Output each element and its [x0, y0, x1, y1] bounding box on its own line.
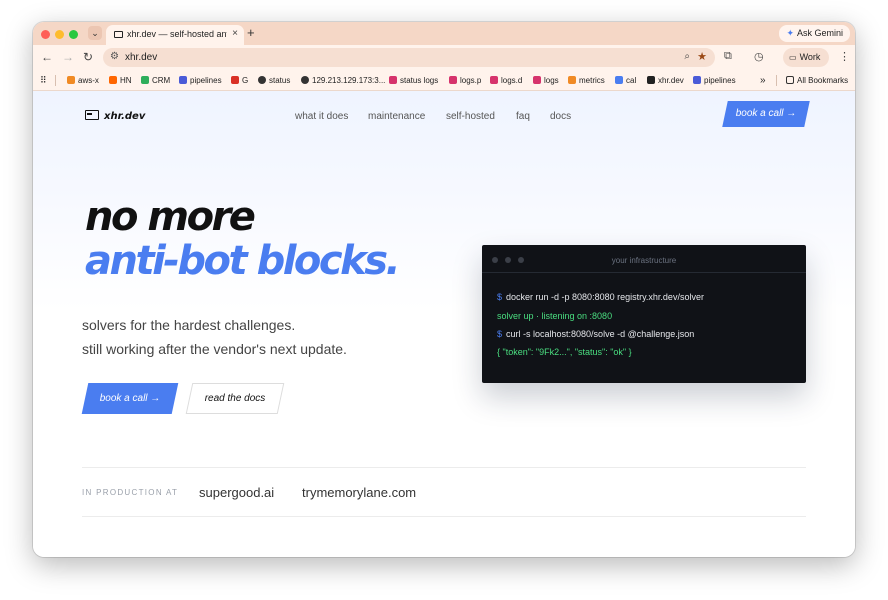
folder-icon — [786, 76, 794, 84]
book-call-nav-button[interactable]: book a call → — [722, 101, 810, 127]
read-docs-button[interactable]: read the docs — [185, 383, 285, 414]
more-bookmarks-chevron-icon[interactable]: » — [760, 75, 766, 86]
bookmark-ip-address[interactable]: 129.213.129.173:3... — [301, 75, 385, 86]
zoom-icon[interactable]: ⌕ — [684, 51, 690, 62]
bookmark-logs-p[interactable]: logs.p — [449, 75, 481, 86]
bookmarks-divider — [55, 75, 56, 86]
bookmark-favicon-icon — [109, 76, 117, 84]
logo-text: xhr.dev — [104, 111, 146, 122]
new-tab-button[interactable]: + — [247, 25, 255, 40]
web-page: xhr.dev what it does maintenance self-ho… — [33, 91, 855, 557]
hero-heading-line-1: no more — [85, 194, 256, 240]
bookmark-favicon-icon — [533, 76, 541, 84]
bookmark-favicon-icon — [647, 76, 655, 84]
ask-gemini-label: Ask Gemini — [796, 28, 843, 38]
bookmark-favicon-icon — [231, 76, 239, 84]
bookmark-favicon-icon — [568, 76, 576, 84]
client-supergood: supergood.ai — [199, 485, 275, 500]
nav-docs[interactable]: docs — [550, 111, 571, 122]
nav-self-hosted[interactable]: self-hosted — [446, 111, 495, 122]
bookmark-cal[interactable]: cal — [615, 75, 636, 86]
profile-icon: ▭ — [789, 53, 797, 62]
browser-window: ⌄ xhr.dev — self-hosted anti-bo × + ✦Ask… — [33, 22, 855, 557]
bookmark-favicon-icon — [615, 76, 623, 84]
terminal-window: your infrastructure $ docker run -d -p 80… — [482, 245, 806, 383]
bookmark-crm[interactable]: CRM — [141, 75, 170, 86]
back-arrow-icon[interactable]: ← — [41, 50, 53, 64]
url-text[interactable]: xhr.dev — [125, 52, 157, 63]
bookmark-aws-x[interactable]: aws-x — [67, 75, 99, 86]
bookmark-favicon-icon — [389, 76, 397, 84]
book-call-label: book a call → — [99, 393, 161, 404]
prompt-symbol: $ — [497, 292, 503, 302]
site-favicon-icon — [114, 31, 123, 38]
bookmark-pipelines-2[interactable]: pipelines — [693, 75, 736, 86]
bookmark-favicon-icon — [141, 76, 149, 84]
tab-title: xhr.dev — self-hosted anti-bo — [127, 29, 227, 39]
bookmark-metrics[interactable]: metrics — [568, 75, 605, 86]
nav-what-it-does[interactable]: what it does — [295, 111, 348, 122]
history-icon[interactable]: ◷ — [754, 50, 764, 63]
profile-button[interactable]: ▭ Work — [783, 48, 829, 67]
extensions-puzzle-icon[interactable]: ⧉ — [724, 50, 732, 63]
terminal-command-2: $ curl -s localhost:8080/solve -d @challe… — [497, 329, 695, 339]
bookmark-favicon-icon — [179, 76, 187, 84]
read-docs-label: read the docs — [204, 393, 266, 404]
terminal-command-1: $ docker run -d -p 8080:8080 registry.xhr… — [497, 292, 704, 302]
bookmark-pipelines[interactable]: pipelines — [179, 75, 222, 86]
hero-heading-line-2: anti-bot blocks. — [85, 238, 401, 284]
site-settings-icon[interactable]: ⚙ — [110, 51, 119, 62]
terminal-window-icon — [85, 110, 99, 120]
nav-faq[interactable]: faq — [516, 111, 530, 122]
bookmark-favicon-icon — [693, 76, 701, 84]
client-trymemorylane: trymemorylane.com — [302, 485, 417, 500]
bookmark-status-logs[interactable]: status logs — [389, 75, 438, 86]
bookmark-favicon-icon — [490, 76, 498, 84]
bookmark-gmail[interactable]: G — [231, 75, 248, 86]
ask-gemini-button[interactable]: ✦ Ask Gemini — [779, 25, 850, 42]
all-bookmarks-folder[interactable]: All Bookmarks — [786, 75, 848, 86]
terminal-header: your infrastructure — [482, 245, 806, 273]
book-call-nav-label: book a call → — [735, 108, 797, 119]
close-tab-icon[interactable]: × — [232, 28, 238, 39]
bookmark-favicon-icon — [449, 76, 457, 84]
bookmark-logs-d[interactable]: logs.d — [490, 75, 522, 86]
production-label: IN PRODUCTION AT — [82, 488, 179, 497]
tab-strip: ⌄ xhr.dev — self-hosted anti-bo × + ✦Ask… — [33, 22, 855, 45]
bookmarks-divider — [776, 75, 777, 86]
globe-icon — [301, 76, 309, 84]
close-window-button[interactable] — [41, 30, 50, 39]
terminal-title: your infrastructure — [611, 256, 677, 265]
bookmark-status[interactable]: status — [258, 75, 290, 86]
reload-icon[interactable]: ↻ — [83, 50, 93, 64]
bookmark-xhr-dev[interactable]: xhr.dev — [647, 75, 684, 86]
book-call-button[interactable]: book a call → — [81, 383, 179, 414]
maximize-window-button[interactable] — [69, 30, 78, 39]
section-divider — [82, 516, 806, 517]
bookmark-logs[interactable]: logs — [533, 75, 559, 86]
address-bar[interactable]: ⚙ xhr.dev ⌕ ★ — [103, 48, 715, 67]
prompt-symbol: $ — [497, 329, 503, 339]
tab-search-chevron-icon[interactable]: ⌄ — [88, 26, 102, 40]
minimize-window-button[interactable] — [55, 30, 64, 39]
gemini-sparkle-icon: ✦ — [786, 28, 794, 38]
nav-maintenance[interactable]: maintenance — [368, 111, 425, 122]
globe-icon — [258, 76, 266, 84]
bookmark-star-icon[interactable]: ★ — [697, 50, 707, 63]
profile-label: Work — [799, 52, 821, 62]
browser-menu-icon[interactable]: ⋮ — [839, 50, 850, 63]
bookmark-hn[interactable]: HN — [109, 75, 132, 86]
hero-subtitle-1: solvers for the hardest challenges. — [82, 317, 296, 333]
bookmarks-bar: ⠿ aws-x HN CRM pipelines G status 129.21… — [33, 70, 855, 91]
section-divider — [82, 467, 806, 468]
active-tab[interactable]: xhr.dev — self-hosted anti-bo × — [106, 25, 244, 45]
apps-grid-icon[interactable]: ⠿ — [40, 75, 47, 86]
terminal-output-2: { "token": "9Fk2...", "status": "ok" } — [497, 347, 632, 357]
hero-subtitle-2: still working after the vendor's next up… — [82, 341, 347, 357]
terminal-output-1: solver up · listening on :8080 — [497, 311, 613, 321]
browser-toolbar: ← → ↻ ⚙ xhr.dev ⌕ ★ ⧉ ◷ ▭ Work ⋮ — [33, 45, 855, 70]
forward-arrow-icon[interactable]: → — [62, 50, 74, 64]
bookmark-favicon-icon — [67, 76, 75, 84]
site-logo[interactable]: xhr.dev — [85, 110, 145, 122]
